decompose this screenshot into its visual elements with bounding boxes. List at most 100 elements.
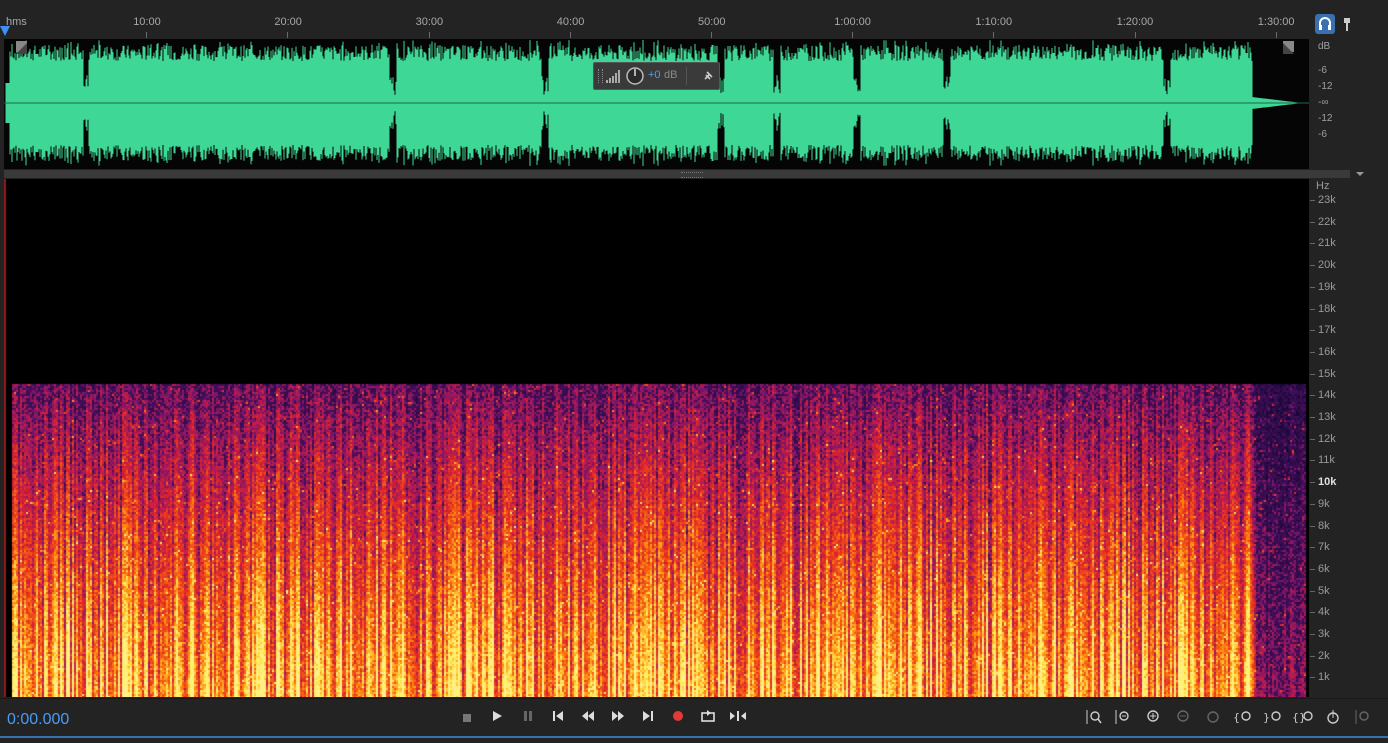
splitter-grip[interactable] [681,172,703,178]
playhead-marker[interactable] [0,26,10,36]
play-button[interactable] [486,709,508,727]
skip-selection-button[interactable] [727,709,749,727]
ruler-tick [569,32,571,38]
zoom-selection-icon [1207,711,1219,723]
hz-label: 11k [1318,454,1335,467]
ruler-tick-label: 30:00 [415,16,444,28]
gain-unit: dB [664,69,678,81]
volume-knob-icon[interactable] [625,66,645,86]
ruler-tick-label: 1:30:00 [1257,16,1295,28]
fast-forward-icon [612,711,624,721]
zoom-to-playhead-button[interactable] [1322,709,1344,727]
zoom-in-right-icon: } [1263,711,1281,724]
hz-tick [1310,330,1315,332]
hz-label: 23k [1318,194,1336,206]
fade-in-handle[interactable] [16,41,27,54]
hz-tick [1310,373,1315,375]
ruler-tick [711,32,712,38]
zoom-selection-button[interactable] [1202,709,1224,727]
hz-tick [1310,286,1315,288]
hz-tick [1310,351,1315,353]
hz-tick [1310,395,1315,397]
go-to-end-button[interactable] [637,709,659,727]
hz-label: 18k [1318,302,1336,315]
db-label: -12 [1318,81,1333,92]
frequency-ruler: Hz 23k 22k 21k 20k 19k 18k 17k 16k 15k 14k 13k 12k 1… [1310,179,1350,697]
current-time-display[interactable]: 0:00.000 [7,711,69,729]
spectrogram [4,179,1309,697]
stop-icon [463,714,471,722]
hz-label: 19k [1318,280,1336,293]
stop-button[interactable] [456,709,478,727]
hz-tick [1310,547,1315,549]
hz-tick [1310,568,1315,570]
hz-label: 5k [1318,584,1330,597]
svg-text:{: { [1233,711,1240,724]
rewind-button[interactable] [577,709,599,727]
ruler-tick-label: 1:10:00 [975,16,1013,28]
hud-grip[interactable] [598,69,603,83]
zoom-out-amplitude-icon [1115,710,1129,724]
view-tools [1312,12,1388,36]
hz-tick [1310,612,1315,614]
headphones-icon [1319,17,1331,30]
db-label: -∞ [1318,97,1329,108]
zoom-in-full-icon [1147,710,1159,722]
fade-out-handle[interactable] [1283,41,1294,54]
hz-label: 20k [1318,259,1336,272]
ruler-tick [1134,32,1136,38]
hz-label: 8k [1318,519,1330,532]
hz-label: 1k [1318,671,1330,684]
ruler-tick [287,32,289,38]
pin-icon[interactable] [702,70,714,82]
zoom-reset-icon [1355,710,1369,724]
zoom-in-left-icon: { [1233,711,1251,724]
hz-label: 22k [1318,215,1336,228]
pause-button[interactable] [517,709,539,727]
waveform-graph [4,40,1309,166]
zoom-amplitude-reset-button[interactable] [1352,709,1374,727]
record-button[interactable] [667,709,689,727]
hz-label: 2k [1318,649,1330,662]
zoom-in-right-button[interactable]: } [1262,709,1284,727]
headphones-button[interactable] [1315,14,1335,34]
zoom-out-full-time-icon: {} [1292,711,1313,724]
fast-forward-button[interactable] [607,709,629,727]
hz-tick [1310,417,1315,418]
ruler-tick [428,32,430,38]
marker-button[interactable] [1338,14,1358,34]
hz-tick [1310,503,1315,505]
hz-tick [1310,221,1315,223]
hz-label: 14k [1318,389,1336,402]
status-accent-line [0,736,1388,738]
ruler-tick [1275,32,1277,38]
go-to-start-button[interactable] [547,709,569,727]
time-ruler[interactable]: hms 10:00 20:00 30:00 40:00 50:00 1:00:00 1:10… [0,0,1310,38]
gain-value[interactable]: +0 [648,69,661,81]
zoom-out-full-time-button[interactable]: {} [1292,709,1314,727]
hz-tick [1310,200,1315,201]
hz-label: 3k [1318,628,1330,640]
hz-label: 4k [1318,606,1330,619]
ruler-tick-label: 1:00:00 [834,16,871,28]
hz-tick [1310,438,1315,440]
chevron-down-icon[interactable] [1355,170,1365,178]
db-ruler: dB -6 -12 -∞ -12 -6 [1310,39,1350,169]
hz-label: 21k [1318,237,1336,250]
hz-tick [1310,634,1315,635]
zoom-in-full-button[interactable] [1142,709,1164,727]
panel-splitter[interactable] [4,170,1350,178]
hz-label: 9k [1318,497,1330,510]
gain-hud[interactable]: +0 dB [593,62,720,90]
level-bars-icon [606,70,620,83]
waveform-view[interactable] [4,39,1309,169]
zoom-in-left-button[interactable]: { [1232,709,1254,727]
hz-tick [1310,482,1315,484]
loop-button[interactable] [697,709,719,727]
ruler-tick-label: 50:00 [698,16,726,28]
zoom-out-amplitude-button[interactable] [1112,709,1134,727]
zoom-in-amplitude-button[interactable] [1083,709,1105,727]
fade-out-icon [1283,43,1294,54]
zoom-out-full-button[interactable] [1172,709,1194,727]
spectral-frequency-display[interactable] [4,179,1309,697]
